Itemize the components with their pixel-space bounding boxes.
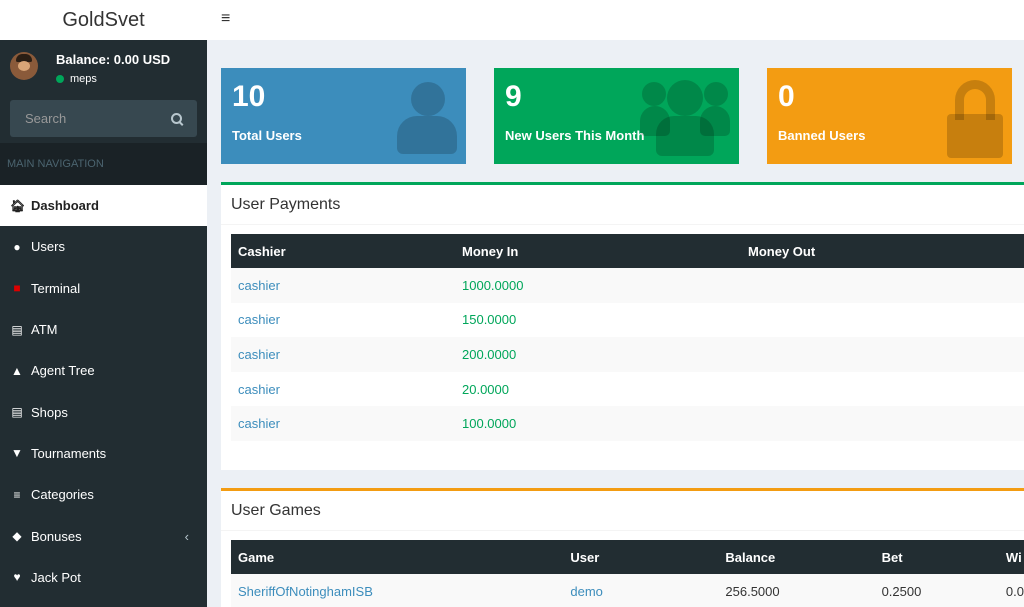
money-in-cell: 150.0000 (462, 312, 517, 328)
sidebar-item-label: Users (31, 239, 65, 255)
stat-label: New Users This Month (505, 128, 645, 143)
bars-icon: ≡ (13, 487, 21, 502)
sidebar-item-label: Agent Tree (31, 363, 95, 379)
sidebar-item-jack-pot[interactable]: ♥ Jack Pot (0, 557, 207, 598)
bank-icon: ▤ (11, 405, 23, 420)
user-icon (397, 82, 457, 154)
stat-value: 10 (232, 80, 266, 113)
stat-value: 9 (505, 80, 522, 113)
money-out-cell (741, 406, 1024, 441)
app-logo[interactable]: GoldSvet (0, 0, 207, 40)
user-games-panel: User Games Game User Balance Bet Wi Sher… (221, 488, 1024, 607)
desktop-icon: ■ (13, 281, 21, 296)
column-header: Balance (718, 540, 875, 574)
stat-banned-users: 0 Banned Users (767, 68, 1012, 164)
username: meps (70, 73, 97, 85)
cashier-link[interactable]: cashier (231, 268, 455, 303)
trophy-icon: ▼ (11, 446, 23, 461)
money-in-cell: 20.0000 (462, 381, 509, 397)
balance-cell: 256.5000 (718, 574, 875, 607)
credit-card-icon: ▤ (11, 322, 23, 337)
sidebar-item-label: Tournaments (31, 445, 107, 461)
sidebar-item-label: Categories (31, 487, 94, 503)
lock-icon (947, 80, 1003, 158)
sidebar-item-categories[interactable]: ≡ Categories (0, 474, 207, 515)
search-icon[interactable] (171, 112, 183, 125)
search-input[interactable] (25, 111, 155, 126)
cashier-link[interactable]: cashier (231, 303, 455, 338)
sidebar-search (10, 100, 197, 137)
table-row: cashier 150.0000 (231, 303, 1024, 338)
cashier-link[interactable]: cashier (231, 337, 455, 372)
top-navbar: ≡ (207, 0, 1024, 40)
sidebar-item-terminal[interactable]: ■ Terminal (0, 268, 207, 309)
hamburger-menu-icon[interactable]: ≡ (221, 10, 230, 28)
sidebar-item-users[interactable]: ● Users (0, 226, 207, 267)
sidebar-item-bonuses[interactable]: ◆ Bonuses ‹ (0, 515, 207, 556)
table-row: SheriffOfNotinghamISB demo 256.5000 0.25… (231, 574, 1024, 607)
home-icon: 🏠︎ (10, 198, 26, 213)
sidebar-item-agent-tree[interactable]: ▲ Agent Tree (0, 350, 207, 391)
stat-label: Total Users (232, 128, 302, 143)
user-link[interactable]: demo (563, 574, 719, 607)
sidebar-item-label: Bonuses (31, 528, 82, 544)
table-row: cashier 100.0000 (231, 406, 1024, 441)
money-out-cell (741, 337, 1024, 372)
online-status: meps (56, 73, 170, 85)
money-in-cell: 100.0000 (455, 406, 741, 441)
sidebar: Balance: 0.00 USD meps MAIN NAVIGATION 🏠… (0, 40, 207, 607)
column-header: Cashier (231, 234, 455, 268)
sidebar-item-label: Dashboard (31, 198, 99, 214)
chevron-left-icon: ‹ (184, 528, 189, 544)
column-header: User (563, 540, 719, 574)
bet-cell: 0.2500 (874, 574, 999, 607)
sidebar-item-label: Jack Pot (31, 569, 81, 585)
sidebar-item-tournaments[interactable]: ▼ Tournaments (0, 433, 207, 474)
table-row: cashier 1000.0000 (231, 268, 1024, 303)
stat-label: Banned Users (778, 128, 866, 143)
online-dot-icon (56, 75, 64, 83)
table-row: cashier 20.0000 (231, 372, 1024, 407)
game-link[interactable]: SheriffOfNotinghamISB (231, 574, 564, 607)
stat-value: 0 (778, 80, 795, 113)
users-icon (640, 76, 730, 156)
payments-table: Cashier Money In Money Out cashier 1000.… (231, 234, 1024, 441)
panel-title: User Payments (221, 185, 1024, 225)
money-out-cell (741, 303, 1024, 338)
tree-icon: ▲ (11, 363, 23, 378)
cashier-link[interactable]: cashier (231, 406, 455, 441)
money-in-cell: 200.0000 (455, 337, 741, 372)
win-cell: 0.0 (998, 574, 1024, 607)
money-in-cell: 1000.0000 (455, 268, 741, 303)
avatar (10, 52, 38, 80)
sidebar-item-atm[interactable]: ▤ ATM (0, 309, 207, 350)
sidebar-item-shops[interactable]: ▤ Shops (0, 391, 207, 432)
stat-new-users: 9 New Users This Month (494, 68, 739, 164)
column-header: Money Out (741, 234, 1024, 268)
column-header: Bet (874, 540, 999, 574)
column-header: Wi (998, 540, 1024, 574)
nav-header: MAIN NAVIGATION (0, 143, 207, 185)
games-table: Game User Balance Bet Wi SheriffOfNoting… (231, 540, 1024, 607)
balance-text: Balance: 0.00 USD (56, 52, 171, 67)
sidebar-item-label: ATM (31, 322, 58, 338)
heart-icon: ♥ (13, 570, 21, 585)
diamond-icon: ◆ (12, 529, 22, 544)
table-row: cashier 200.0000 (231, 337, 1024, 372)
user-payments-panel: User Payments Cashier Money In Money Out… (221, 182, 1024, 470)
stat-total-users: 10 Total Users (221, 68, 466, 164)
panel-title: User Games (221, 491, 1024, 531)
column-header: Game (231, 540, 564, 574)
cashier-link[interactable]: cashier (231, 372, 455, 407)
sidebar-item-dashboard[interactable]: 🏠︎ Dashboard (0, 185, 207, 227)
user-panel: Balance: 0.00 USD meps (0, 40, 207, 100)
user-icon: ● (13, 239, 21, 254)
sidebar-item-label: Terminal (31, 280, 81, 296)
money-out-cell (741, 372, 1024, 407)
money-out-cell (741, 268, 1024, 303)
column-header: Money In (455, 234, 741, 268)
sidebar-item-label: Shops (31, 404, 68, 420)
